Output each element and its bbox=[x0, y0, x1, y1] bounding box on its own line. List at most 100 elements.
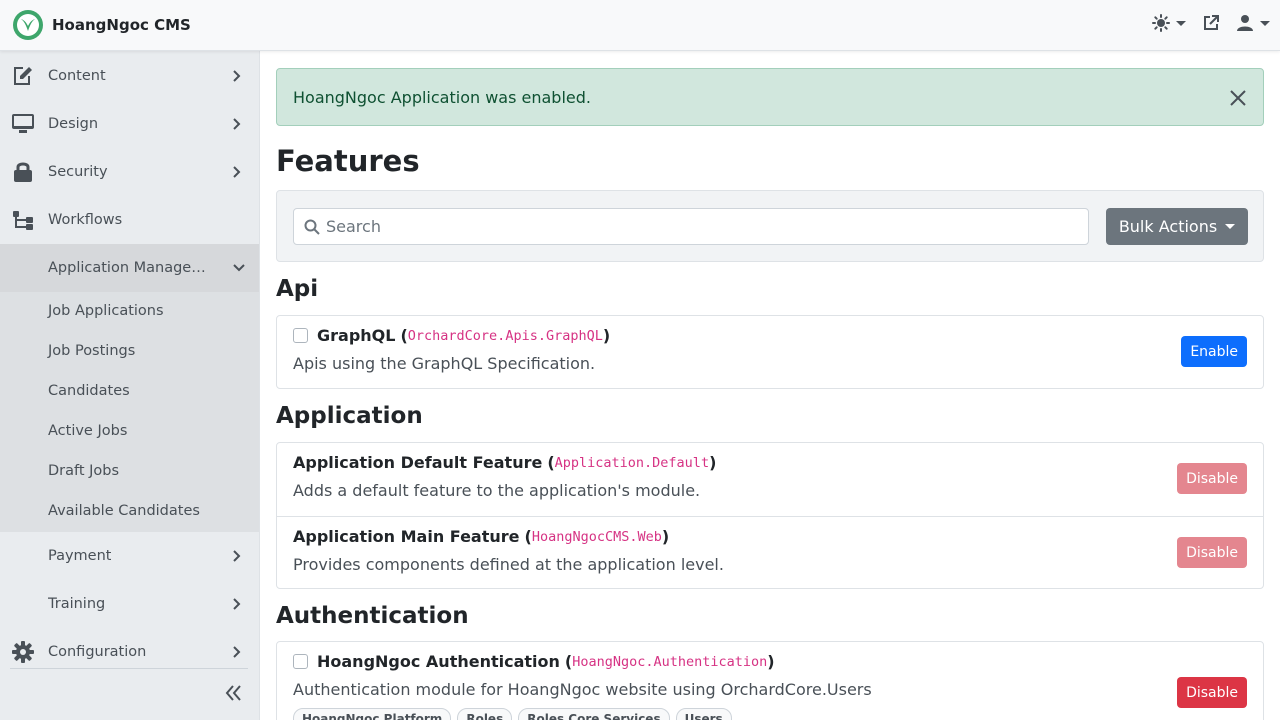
chevron-right-icon bbox=[233, 646, 241, 658]
brand[interactable]: HoangNgoc CMS bbox=[12, 9, 191, 41]
edit-icon bbox=[10, 64, 36, 88]
search-input[interactable] bbox=[326, 209, 1076, 244]
feature-row: Application Default Feature ( Applicatio… bbox=[277, 443, 1263, 515]
feature-name: Application Main Feature bbox=[293, 527, 520, 546]
lock-icon bbox=[10, 160, 36, 184]
paren-open: ( bbox=[524, 527, 532, 546]
feature-id: Application.Default bbox=[554, 454, 710, 471]
disable-button[interactable]: Disable bbox=[1177, 677, 1247, 708]
feature-description: Provides components defined at the appli… bbox=[293, 555, 724, 574]
application-management-submenu: Job Applications Job Postings Candidates… bbox=[0, 292, 259, 532]
feature-row: HoangNgoc Authentication ( HoangNgoc.Aut… bbox=[277, 642, 1263, 720]
gear-icon bbox=[10, 640, 36, 664]
sidebar: Content Design Security Workflows Applic… bbox=[0, 51, 260, 720]
caret-down-icon bbox=[1225, 224, 1236, 229]
feature-id: HoangNgoc.Authentication bbox=[572, 653, 768, 670]
dependency-tags: HoangNgoc Platform Roles Roles Core Serv… bbox=[293, 708, 738, 720]
chevron-right-icon bbox=[233, 118, 241, 130]
sidebar-item-application-management[interactable]: Application Management bbox=[0, 244, 259, 292]
collapse-sidebar-button[interactable] bbox=[224, 683, 244, 707]
section-title-api: Api bbox=[276, 276, 319, 302]
sidebar-subitem-job-postings[interactable]: Job Postings bbox=[48, 343, 135, 359]
disable-button[interactable]: Disable bbox=[1177, 463, 1247, 494]
workflow-icon bbox=[10, 208, 36, 232]
sidebar-item-label: Configuration bbox=[48, 644, 147, 660]
features-toolbar: Bulk Actions bbox=[276, 190, 1264, 262]
caret-down-icon bbox=[1260, 20, 1270, 26]
feature-row: GraphQL ( OrchardCore.Apis.GraphQL ) Api… bbox=[277, 316, 1263, 388]
chevron-right-icon bbox=[233, 598, 241, 610]
sidebar-item-security[interactable]: Security bbox=[0, 148, 259, 196]
sidebar-item-label: Design bbox=[48, 116, 99, 132]
sidebar-item-label: Training bbox=[48, 596, 106, 612]
user-menu-button[interactable] bbox=[1236, 14, 1270, 32]
enable-button[interactable]: Enable bbox=[1181, 336, 1247, 367]
logo-icon bbox=[13, 10, 43, 40]
theme-toggle-button[interactable] bbox=[1152, 14, 1186, 32]
feature-id: HoangNgocCMS.Web bbox=[531, 528, 662, 545]
brand-name: HoangNgoc CMS bbox=[52, 16, 191, 34]
sidebar-item-payment[interactable]: Payment bbox=[0, 532, 259, 580]
sidebar-item-workflows[interactable]: Workflows bbox=[0, 196, 259, 244]
bulk-actions-button[interactable]: Bulk Actions bbox=[1106, 208, 1248, 245]
monitor-icon bbox=[10, 112, 36, 136]
double-chevron-left-icon bbox=[225, 685, 241, 701]
search-icon bbox=[304, 219, 320, 235]
paren-close: ) bbox=[709, 453, 717, 472]
sidebar-subitem-candidates[interactable]: Candidates bbox=[48, 383, 130, 399]
chevron-right-icon bbox=[233, 550, 241, 562]
paren-open: ( bbox=[547, 453, 555, 472]
feature-id: OrchardCore.Apis.GraphQL bbox=[407, 327, 603, 344]
external-link-icon bbox=[1204, 15, 1219, 30]
chevron-right-icon bbox=[233, 166, 241, 178]
dependency-tag: Roles bbox=[457, 708, 513, 720]
feature-row: Application Main Feature ( HoangNgocCMS.… bbox=[277, 516, 1263, 588]
sidebar-subitem-job-applications[interactable]: Job Applications bbox=[48, 303, 164, 319]
dependency-tag: HoangNgoc Platform bbox=[293, 708, 452, 720]
feature-description: Authentication module for HoangNgoc webs… bbox=[293, 680, 872, 699]
disable-button[interactable]: Disable bbox=[1177, 537, 1247, 568]
caret-down-icon bbox=[1176, 20, 1186, 26]
chevron-down-icon bbox=[233, 264, 245, 272]
feature-name: Application Default Feature bbox=[293, 453, 543, 472]
sidebar-item-label: Payment bbox=[48, 548, 112, 564]
bulk-actions-label: Bulk Actions bbox=[1118, 217, 1218, 236]
paren-open: ( bbox=[400, 326, 408, 345]
visit-site-button[interactable] bbox=[1202, 14, 1220, 32]
feature-card-application: Application Default Feature ( Applicatio… bbox=[276, 442, 1264, 589]
dependency-tag: Roles Core Services bbox=[518, 708, 670, 720]
feature-card-authentication: HoangNgoc Authentication ( HoangNgoc.Aut… bbox=[276, 641, 1264, 720]
sidebar-item-label: Content bbox=[48, 68, 106, 84]
sidebar-subitem-draft-jobs[interactable]: Draft Jobs bbox=[48, 463, 119, 479]
feature-checkbox[interactable] bbox=[293, 328, 308, 343]
feature-name: HoangNgoc Authentication bbox=[317, 652, 560, 671]
feature-description: Apis using the GraphQL Specification. bbox=[293, 354, 596, 373]
feature-checkbox[interactable] bbox=[293, 654, 308, 669]
success-alert: HoangNgoc Application was enabled. bbox=[276, 68, 1264, 126]
sidebar-subitem-available-candidates[interactable]: Available Candidates bbox=[48, 503, 200, 519]
page-title: Features bbox=[276, 144, 420, 178]
top-navbar: HoangNgoc CMS bbox=[0, 0, 1280, 51]
sun-icon bbox=[1152, 14, 1170, 32]
paren-close: ) bbox=[661, 527, 670, 546]
feature-card-api: GraphQL ( OrchardCore.Apis.GraphQL ) Api… bbox=[276, 315, 1264, 389]
sidebar-item-label: Workflows bbox=[48, 212, 123, 228]
section-title-application: Application bbox=[276, 403, 423, 429]
section-title-authentication: Authentication bbox=[276, 603, 469, 629]
paren-close: ) bbox=[602, 326, 611, 345]
feature-name: GraphQL bbox=[317, 326, 396, 345]
sidebar-item-label: Security bbox=[48, 164, 108, 180]
chevron-right-icon bbox=[233, 70, 241, 82]
feature-description: Adds a default feature to the applicatio… bbox=[293, 481, 701, 500]
user-icon bbox=[1237, 15, 1253, 31]
sidebar-subitem-active-jobs[interactable]: Active Jobs bbox=[48, 423, 127, 439]
search-box bbox=[293, 208, 1089, 245]
paren-close: ) bbox=[767, 652, 775, 671]
alert-message: HoangNgoc Application was enabled. bbox=[293, 88, 591, 107]
close-icon[interactable] bbox=[1229, 89, 1247, 107]
sidebar-item-content[interactable]: Content bbox=[0, 52, 259, 100]
sidebar-item-design[interactable]: Design bbox=[0, 100, 259, 148]
sidebar-divider bbox=[10, 668, 248, 669]
sidebar-item-label: Application Management bbox=[48, 260, 216, 276]
sidebar-item-training[interactable]: Training bbox=[0, 580, 259, 628]
